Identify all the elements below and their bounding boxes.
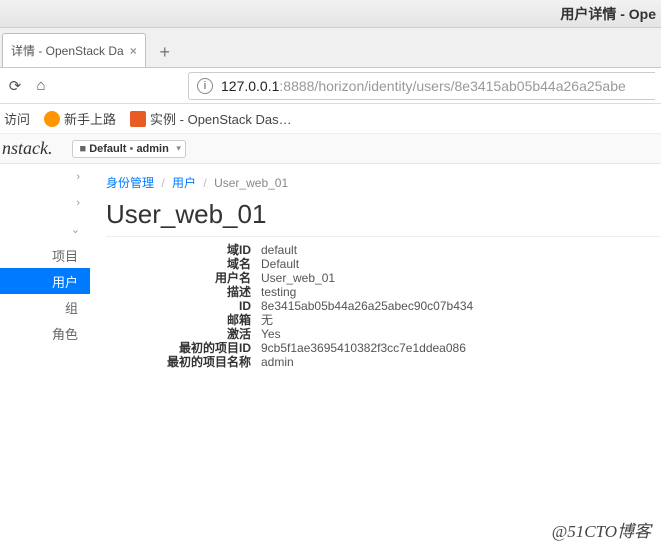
- sidebar: › › ⌄ 项目 用户 组 角色: [0, 164, 90, 548]
- firefox-icon: [44, 111, 60, 127]
- bookmark-label: 新手上路: [64, 109, 116, 128]
- bookmark-item-openstack[interactable]: 实例 - OpenStack Das…: [130, 109, 292, 128]
- user-properties: 域IDdefault 域名Default 用户名User_web_01 描述te…: [161, 243, 661, 369]
- label-proj-id: 最初的项目ID: [161, 341, 261, 355]
- label-active: 激活: [161, 327, 261, 341]
- breadcrumb-current: User_web_01: [214, 176, 288, 190]
- bookmarks-bar: 访问 新手上路 实例 - OpenStack Das…: [0, 104, 661, 134]
- label-desc: 描述: [161, 285, 261, 299]
- sidebar-item-users[interactable]: 用户: [0, 268, 90, 294]
- bookmark-item-visit[interactable]: 访问: [4, 109, 30, 128]
- browser-navbar: ⟳ ⌂ i 127.0.0.1:8888/horizon/identity/us…: [0, 68, 661, 104]
- label-email: 邮箱: [161, 313, 261, 327]
- sidebar-item-project[interactable]: 项目: [0, 242, 90, 268]
- value-domain-id: default: [261, 243, 297, 257]
- bookmark-label: 访问: [4, 109, 30, 128]
- domain-user-dropdown[interactable]: ■ Default • admin: [72, 140, 185, 158]
- user-label: admin: [136, 143, 168, 155]
- sidebar-item-label: 组: [65, 298, 78, 317]
- page-title: User_web_01: [106, 199, 661, 230]
- value-email: 无: [261, 313, 273, 327]
- divider: [106, 236, 661, 237]
- sidebar-collapse-1[interactable]: ›: [0, 164, 90, 190]
- breadcrumb-identity[interactable]: 身份管理: [106, 176, 154, 190]
- close-icon[interactable]: ×: [124, 44, 137, 58]
- label-proj-name: 最初的项目名称: [161, 355, 261, 369]
- url-bar[interactable]: i 127.0.0.1:8888/horizon/identity/users/…: [188, 72, 655, 100]
- site-info-icon[interactable]: i: [197, 78, 213, 94]
- sidebar-item-label: 项目: [52, 246, 78, 265]
- watermark: @51CTO博客: [552, 517, 651, 542]
- bookmark-label: 实例 - OpenStack Das…: [150, 109, 292, 128]
- chevron-right-icon: ›: [76, 171, 80, 183]
- browser-tab-active[interactable]: 详情 - OpenStack Da ×: [2, 33, 146, 67]
- sidebar-item-groups[interactable]: 组: [0, 294, 90, 320]
- openstack-icon: [130, 111, 146, 127]
- chevron-right-icon: ›: [76, 197, 80, 209]
- breadcrumb-users[interactable]: 用户: [172, 176, 196, 190]
- sidebar-expand[interactable]: ⌄: [0, 216, 90, 242]
- bookmark-item-firefox[interactable]: 新手上路: [44, 109, 116, 128]
- label-domain-name: 域名: [161, 257, 261, 271]
- value-id: 8e3415ab05b44a26a25abec90c07b434: [261, 299, 473, 313]
- domain-label: Default: [89, 143, 126, 155]
- value-user-name: User_web_01: [261, 271, 335, 285]
- reload-icon[interactable]: ⟳: [6, 77, 24, 95]
- sidebar-collapse-2[interactable]: ›: [0, 190, 90, 216]
- url-path: :8888/horizon/identity/users/8e3415ab05b…: [279, 78, 625, 94]
- window-title: 用户详情 - Ope: [0, 0, 661, 28]
- chevron-down-icon: ⌄: [71, 223, 80, 236]
- app-topbar: nstack. ■ Default • admin: [0, 134, 661, 164]
- sidebar-item-label: 用户: [52, 272, 78, 291]
- home-icon[interactable]: ⌂: [32, 77, 50, 95]
- tab-label: 详情 - OpenStack Da: [11, 42, 124, 59]
- value-active: Yes: [261, 327, 281, 341]
- new-tab-button[interactable]: +: [150, 37, 180, 67]
- value-domain-name: Default: [261, 257, 299, 271]
- value-desc: testing: [261, 285, 296, 299]
- browser-tabstrip: 详情 - OpenStack Da × +: [0, 28, 661, 68]
- breadcrumb: 身份管理 / 用户 / User_web_01: [106, 170, 661, 195]
- main-content: 身份管理 / 用户 / User_web_01 User_web_01 域IDd…: [90, 164, 661, 548]
- brand-logo[interactable]: nstack.: [2, 138, 52, 159]
- label-user-name: 用户名: [161, 271, 261, 285]
- label-id: ID: [161, 299, 261, 313]
- value-proj-name: admin: [261, 355, 294, 369]
- url-host: 127.0.0.1: [221, 78, 279, 94]
- value-proj-id: 9cb5f1ae3695410382f3cc7e1ddea086: [261, 341, 466, 355]
- label-domain-id: 域ID: [161, 243, 261, 257]
- sidebar-item-roles[interactable]: 角色: [0, 320, 90, 346]
- sidebar-item-label: 角色: [52, 324, 78, 343]
